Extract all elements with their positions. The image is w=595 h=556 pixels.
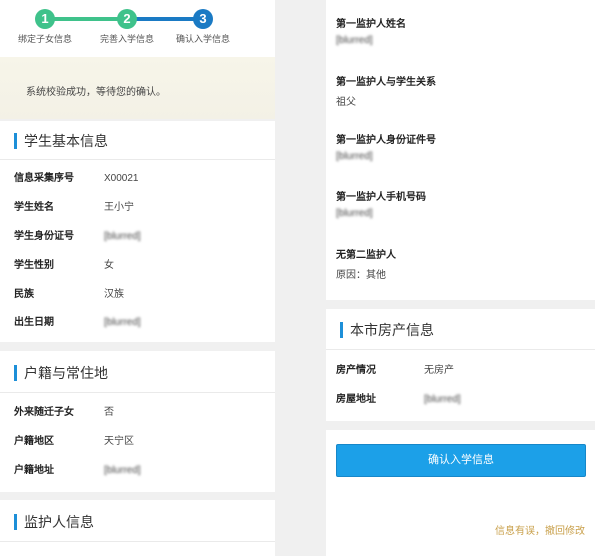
section-title: 学生基本信息 [14,133,108,149]
guardian-relation-value: 祖父 [336,97,356,108]
field-value: 无房产 [424,365,454,376]
step-label: 绑定子女信息 [17,34,72,44]
field-value: X00021 [104,173,139,184]
field-label: 信息采集序号 [14,173,74,184]
section-title: 户籍与常住地 [14,365,108,381]
field-label: 学生姓名 [14,202,54,213]
guardian-name-value: [blurred] [336,35,373,46]
guardian-phone-value: [blurred] [336,208,373,219]
guardian-relation-label: 第一监护人与学生关系 [336,77,436,88]
progress-stepper: 1 绑定子女信息 2 完善入学信息 3 确认入学信息 [0,0,275,57]
field-label: 民族 [14,289,34,300]
field-value: [blurred] [424,394,461,405]
field-label: 出生日期 [14,317,54,328]
field-label: 学生性别 [14,260,54,271]
guardian-id-value: [blurred] [336,151,373,162]
guardian-phone-label: 第一监护人手机号码 [336,192,426,203]
field-value: [blurred] [104,317,141,328]
field-value: 汉族 [104,289,124,300]
student-info-card: 学生基本信息 信息采集序号 X00021 学生姓名 王小宁 学生身份证号 [bl… [0,121,275,342]
step-1: 1 绑定子女信息 [0,0,90,45]
field-value: 天宁区 [104,436,134,447]
divider [326,349,595,350]
right-column: 第一监护人姓名 [blurred] 第一监护人与学生关系 祖父 第一监护人身份证… [326,0,595,556]
property-card: 本市房产信息 房产情况 无房产 房屋地址 [blurred] [326,309,595,421]
field-value: [blurred] [104,465,141,476]
guardian-details-card: 第一监护人姓名 [blurred] 第一监护人与学生关系 祖父 第一监护人身份证… [326,0,595,300]
second-guardian-label: 无第二监护人 [336,250,396,261]
step-3: 3 确认入学信息 [158,0,248,45]
field-label: 房产情况 [336,365,376,376]
field-label: 房屋地址 [336,394,376,405]
field-value: 女 [104,260,114,271]
confirm-enrollment-button[interactable]: 确认入学信息 [336,444,586,477]
guardian-name-label: 第一监护人姓名 [336,19,406,30]
notice-text: 系统校验成功，等待您的确认。 [26,87,166,98]
field-label: 外来随迁子女 [14,407,74,418]
second-guardian-reason: 原因：其他 [336,270,386,281]
field-label: 学生身份证号 [14,231,74,242]
field-value: [blurred] [104,231,141,242]
left-column: 1 绑定子女信息 2 完善入学信息 3 确认入学信息 系统校验成功，等待您的确认… [0,0,275,556]
divider [0,541,275,542]
step-number: 1 [35,9,55,29]
field-label: 户籍地址 [14,465,54,476]
section-title: 监护人信息 [14,514,94,530]
divider [0,392,275,393]
field-value: 否 [104,407,114,418]
divider [0,159,275,160]
undo-modify-link[interactable]: 信息有误，撤回修改 [495,522,585,537]
step-label: 确认入学信息 [175,34,230,44]
field-value: 王小宁 [104,202,134,213]
residence-card: 户籍与常住地 外来随迁子女 否 户籍地区 天宁区 户籍地址 [blurred] [0,351,275,492]
field-label: 户籍地区 [14,436,54,447]
step-number: 3 [193,9,213,29]
guardian-id-label: 第一监护人身份证件号 [336,135,436,146]
guardian-card: 监护人信息 [0,500,275,556]
section-title: 本市房产信息 [340,322,434,338]
step-number: 2 [117,9,137,29]
status-notice: 系统校验成功，等待您的确认。 [0,57,275,119]
